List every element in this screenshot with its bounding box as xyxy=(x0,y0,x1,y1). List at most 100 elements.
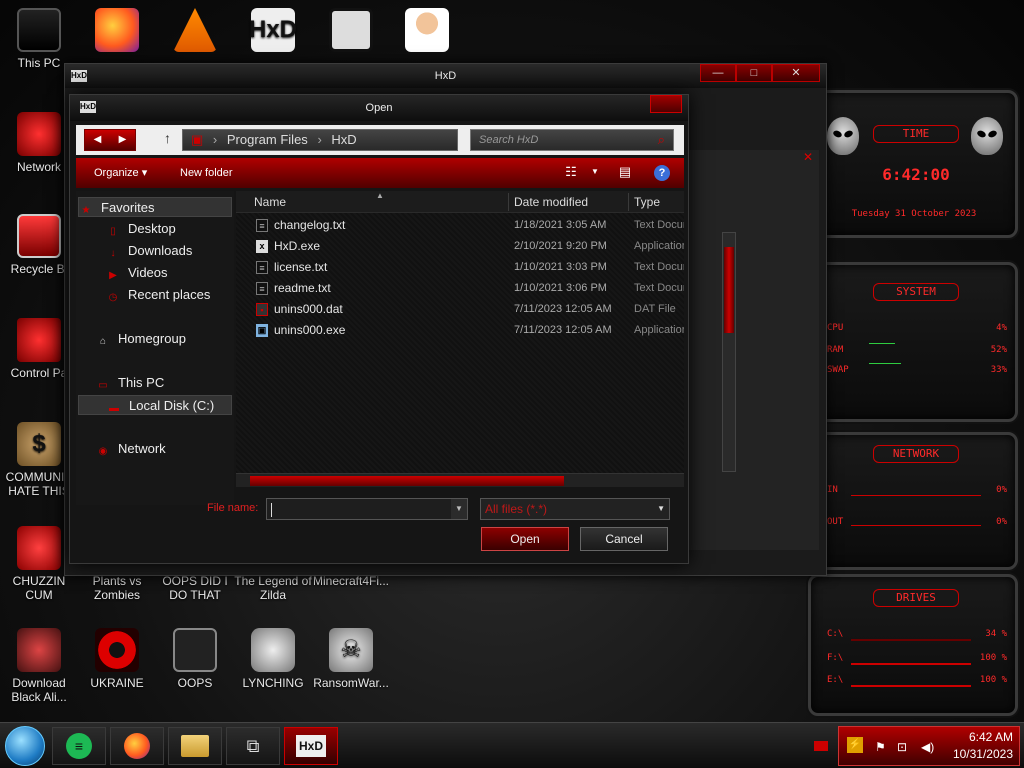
taskbar-task-view[interactable]: ⧉ xyxy=(226,727,280,765)
desktop-icon-oops-did-i[interactable]: OOPS DID I DO THAT xyxy=(156,574,234,602)
chevron-down-icon[interactable]: ▼ xyxy=(451,499,467,519)
nav-favorites[interactable]: ★ Favorites xyxy=(78,197,232,217)
volume-icon[interactable]: ◀) xyxy=(921,740,934,754)
new-folder-button[interactable]: New folder xyxy=(180,158,233,188)
dialog-title: Open xyxy=(365,102,393,114)
show-hidden-icons[interactable] xyxy=(814,741,828,751)
desktop-icon-lynching[interactable]: LYNCHING xyxy=(234,628,312,690)
text-file-icon: ≡ xyxy=(256,282,268,295)
help-icon[interactable]: ? xyxy=(654,165,670,181)
taskbar: ≡ ⧉ HxD ⚡ ⚑ ⊡ ◀) 6:42 AM 10/31/2023 xyxy=(0,722,1024,768)
nav-local-disk[interactable]: ▬ Local Disk (C:) xyxy=(78,395,232,415)
nav-videos[interactable]: ▶ Videos xyxy=(106,263,167,283)
clock[interactable]: 6:42 AM 10/31/2023 xyxy=(953,729,1013,763)
forward-arrow-icon[interactable]: ▶ xyxy=(110,130,135,150)
nav-network[interactable]: ◉ Network xyxy=(96,439,166,459)
breadcrumb-program-files[interactable]: Program Files xyxy=(227,132,308,147)
start-orb-icon[interactable] xyxy=(5,726,45,766)
file-row[interactable]: ▣ unins000.exe 7/11/2023 12:05 AM Applic… xyxy=(236,320,684,341)
navigation-pane: ★ Favorites ▯ Desktop ↓ Downloads ▶ Videos ◷… xyxy=(76,191,234,505)
preview-pane-icon[interactable]: ▤ xyxy=(616,164,634,180)
desktop-icon-ransomware[interactable]: ☠ RansomWar... xyxy=(312,628,390,690)
file-explorer-icon xyxy=(181,735,209,757)
close-button[interactable]: ✕ xyxy=(772,64,820,82)
taskbar-firefox[interactable] xyxy=(110,727,164,765)
folder-icon: ▣ xyxy=(191,132,204,147)
desktop-icon-minecraft[interactable]: Minecraft4Fi... xyxy=(312,574,390,588)
organize-button[interactable]: Organize ▾ xyxy=(94,158,147,188)
file-row[interactable]: ≡ license.txt 1/10/2021 3:03 PM Text Doc… xyxy=(236,257,684,278)
file-row[interactable]: x HxD.exe 2/10/2021 9:20 PM Application xyxy=(236,236,684,257)
up-arrow-icon[interactable]: ↑ xyxy=(164,130,171,146)
hxd-app-icon: HxD xyxy=(80,101,97,113)
close-panel-icon[interactable]: ✕ xyxy=(803,150,813,164)
search-input[interactable]: Search HxD ⌕ xyxy=(470,129,674,151)
desktop-icon-plants-vs-zombies[interactable]: Plants vs Zombies xyxy=(78,574,156,602)
search-icon[interactable]: ⌕ xyxy=(658,130,665,150)
flag-icon[interactable]: ⚑ xyxy=(875,740,886,754)
column-name[interactable]: Name xyxy=(254,191,286,213)
desktop-icon-ukraine[interactable]: UKRAINE xyxy=(78,628,156,690)
text-file-icon: ≡ xyxy=(256,261,268,274)
scrollbar-thumb[interactable] xyxy=(250,476,564,486)
back-arrow-icon[interactable]: ◀ xyxy=(85,130,110,150)
nav-recent-places[interactable]: ◷ Recent places xyxy=(106,285,211,305)
chevron-down-icon[interactable]: ▼ xyxy=(586,164,604,180)
hxd-title-bar[interactable]: HxD HxD — □ ✕ xyxy=(65,64,826,88)
desktop-icon-this-pc[interactable]: This PC xyxy=(0,8,78,70)
file-row[interactable]: ▪ unins000.dat 7/11/2023 12:05 AM DAT Fi… xyxy=(236,299,684,320)
desktop-icon-doctor[interactable] xyxy=(388,8,466,56)
file-list: Name ▲ Date modified Type ≡ changelog.tx… xyxy=(236,191,684,487)
drives-gadget-title: DRIVES xyxy=(873,589,959,607)
homegroup-icon: ⌂ xyxy=(99,336,107,347)
network-icon xyxy=(17,112,61,156)
maximize-button[interactable]: □ xyxy=(736,64,772,82)
open-button[interactable]: Open xyxy=(481,527,569,551)
desktop-icon-download-black-alien[interactable]: Download Black Ali... xyxy=(0,628,78,704)
taskbar-notes[interactable]: ≡ xyxy=(52,727,106,765)
file-name-input[interactable]: ▼ xyxy=(266,498,468,520)
network-icon[interactable]: ⊡ xyxy=(897,740,907,754)
nav-downloads[interactable]: ↓ Downloads xyxy=(106,241,193,261)
hxd-side-panel: ✕ xyxy=(685,150,819,550)
doctor-icon xyxy=(405,8,449,52)
scrollbar-thumb[interactable] xyxy=(724,247,734,333)
dialog-title-bar[interactable]: HxD Open xyxy=(70,95,688,121)
breadcrumb-hxd[interactable]: HxD xyxy=(331,132,356,147)
gadget-clock: 6:42:00 xyxy=(882,165,950,184)
taskbar-file-explorer[interactable] xyxy=(168,727,222,765)
firefox-icon xyxy=(124,733,150,759)
control-panel-icon xyxy=(17,318,61,362)
desktop-icon-oops[interactable]: OOPS xyxy=(156,628,234,690)
desktop-icon-zilda[interactable]: The Legend of Zilda xyxy=(234,574,312,602)
chevron-down-icon: ▼ xyxy=(657,504,665,513)
text-caret xyxy=(271,502,272,517)
alien-laptop-icon xyxy=(173,628,217,672)
desktop-icon-vlc[interactable] xyxy=(156,8,234,56)
taskbar-hxd[interactable]: HxD xyxy=(284,727,338,765)
app-tray-icon[interactable]: ⚡ xyxy=(847,737,863,753)
nav-homegroup[interactable]: ⌂ Homegroup xyxy=(96,329,186,349)
drives-gadget: DRIVES C:\ 34 % F:\ 100 % E:\ 100 % xyxy=(808,574,1018,716)
desktop-icon-hxd[interactable]: HxD xyxy=(234,8,312,56)
file-list-horizontal-scrollbar[interactable] xyxy=(236,473,684,487)
file-list-vertical-scrollbar[interactable] xyxy=(722,232,736,472)
network-gadget-title: NETWORK xyxy=(873,445,959,463)
column-type[interactable]: Type xyxy=(634,191,660,213)
drive-e-bar xyxy=(851,685,971,687)
dialog-close-button[interactable] xyxy=(650,95,682,113)
minimize-button[interactable]: — xyxy=(700,64,736,82)
installer-exe-icon: ▣ xyxy=(256,324,268,337)
cancel-button[interactable]: Cancel xyxy=(580,527,668,551)
file-row[interactable]: ≡ readme.txt 1/10/2021 3:06 PM Text Docu… xyxy=(236,278,684,299)
view-options-icon[interactable]: ☷ xyxy=(562,164,580,180)
file-row[interactable]: ≡ changelog.txt 1/18/2021 3:05 AM Text D… xyxy=(236,215,684,236)
nav-this-pc[interactable]: ▭ This PC xyxy=(96,373,164,393)
breadcrumb[interactable]: ▣ › Program Files › HxD xyxy=(182,129,458,151)
desktop-icon-firefox[interactable] xyxy=(78,8,156,56)
desktop-icon-maze[interactable] xyxy=(312,8,390,56)
radiation-icon xyxy=(95,628,139,672)
column-date-modified[interactable]: Date modified xyxy=(514,191,588,213)
nav-desktop[interactable]: ▯ Desktop xyxy=(106,219,175,239)
file-type-select[interactable]: All files (*.*) ▼ xyxy=(480,498,670,520)
